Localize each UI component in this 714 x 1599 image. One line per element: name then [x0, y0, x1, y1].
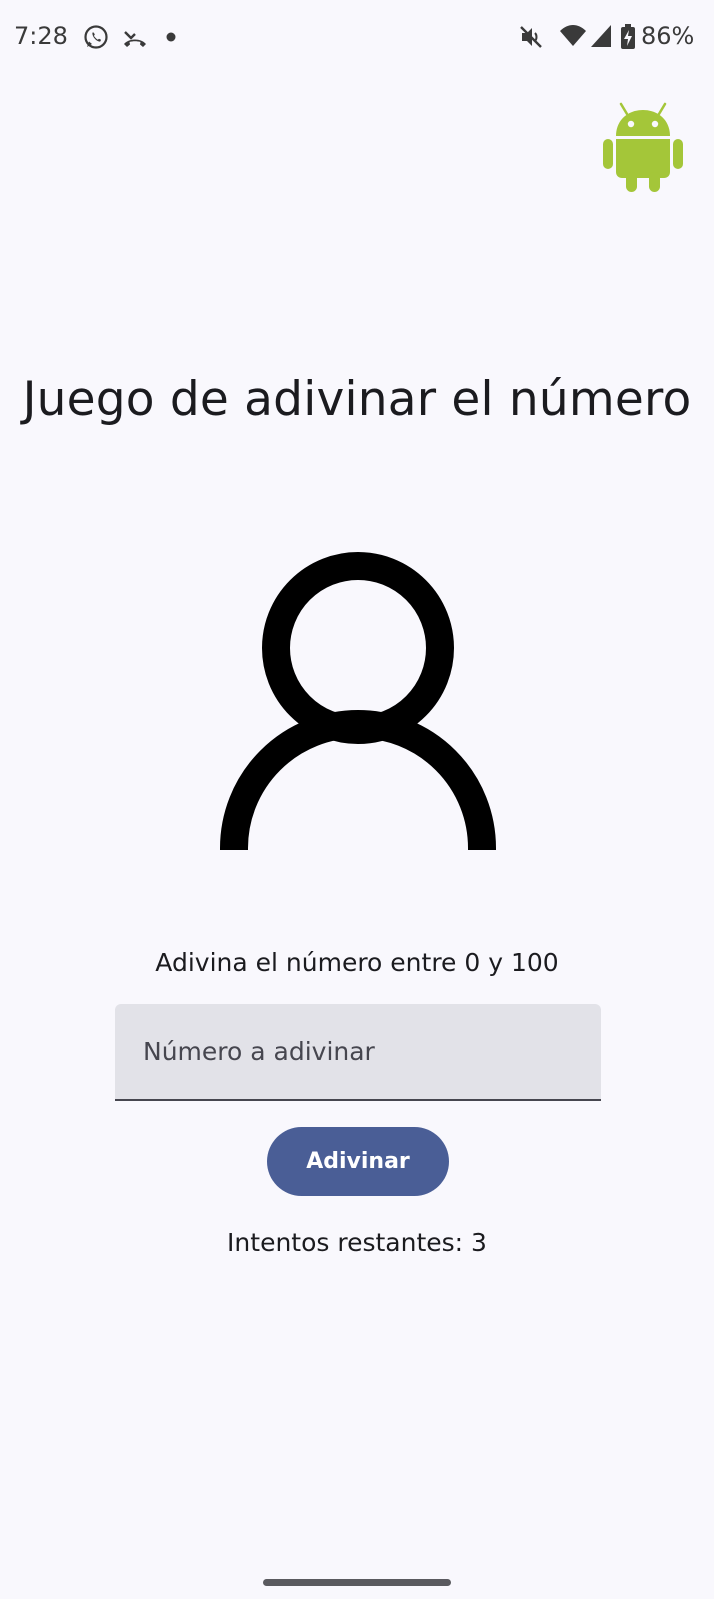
mute-icon [520, 26, 542, 48]
attempts-remaining: Intentos restantes: 3 [227, 1228, 487, 1257]
page-title: Juego de adivinar el número [22, 372, 692, 427]
gesture-nav-handle[interactable] [263, 1579, 451, 1586]
notification-dot-icon [166, 32, 176, 42]
missed-call-icon [124, 31, 146, 47]
battery-percent: 86% [641, 22, 695, 50]
battery-charging-icon [621, 24, 635, 49]
prompt-text: Adivina el número entre 0 y 100 [155, 948, 559, 977]
guess-button[interactable]: Adivinar [267, 1127, 449, 1196]
wifi-icon [560, 25, 586, 46]
guess-input-field[interactable] [115, 1004, 601, 1101]
android-logo [603, 102, 683, 192]
status-bar: 7:28 86% [0, 0, 714, 78]
whatsapp-icon [84, 25, 108, 49]
cell-signal-icon [591, 25, 611, 47]
guess-input[interactable] [115, 1004, 601, 1099]
person-icon [220, 552, 496, 850]
status-time: 7:28 [14, 22, 68, 50]
